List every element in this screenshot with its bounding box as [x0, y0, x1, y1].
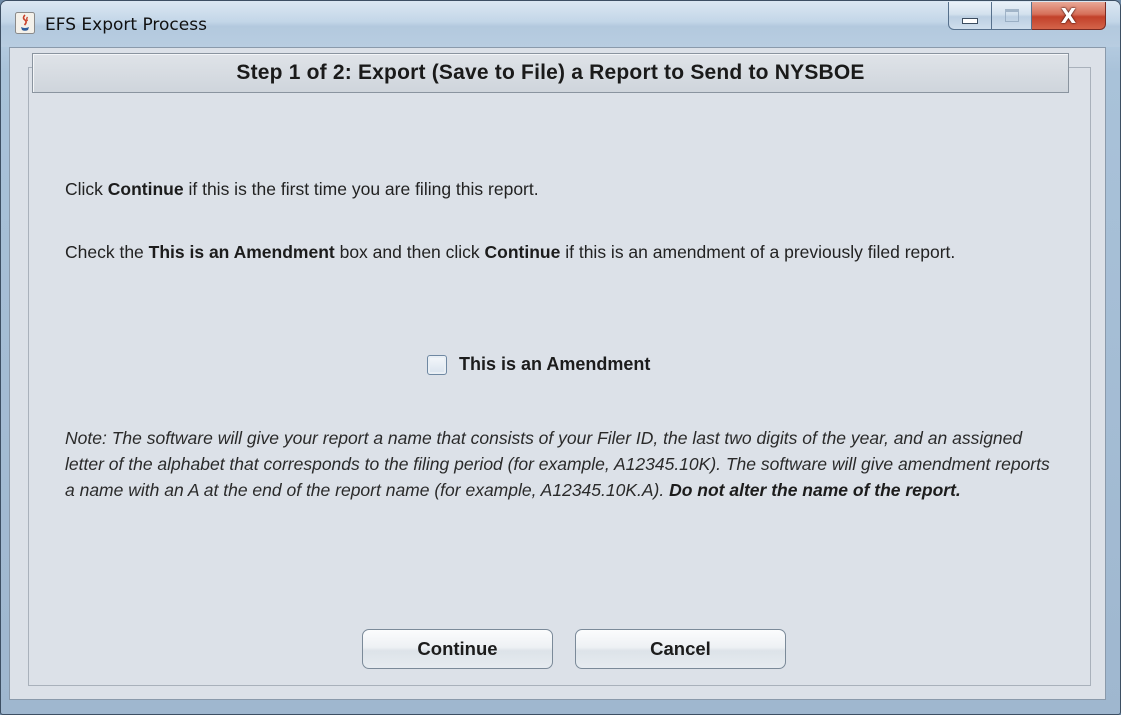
step-title: Step 1 of 2: Export (Save to File) a Rep… — [236, 61, 865, 84]
maximize-icon — [1004, 9, 1019, 22]
p1-text-after: if this is the first time you are filing… — [183, 179, 539, 199]
window-title: EFS Export Process — [45, 15, 207, 35]
instruction-amendment: Check the This is an Amendment box and t… — [65, 240, 1065, 264]
close-icon: X — [1060, 3, 1077, 28]
p2-text-before: Check the — [65, 242, 149, 262]
amendment-checkbox[interactable] — [427, 354, 447, 375]
java-icon[interactable] — [15, 12, 35, 34]
p2-continue-bold: Continue — [484, 242, 561, 262]
p2-text-after: if this is an amendment of a previously … — [560, 242, 956, 262]
amendment-checkbox-label[interactable]: This is an Amendment — [459, 354, 650, 375]
instruction-first-time: Click Continue if this is the first time… — [65, 177, 1065, 201]
maximize-button — [992, 2, 1032, 30]
continue-button[interactable]: Continue — [362, 629, 553, 669]
step-header: Step 1 of 2: Export (Save to File) a Rep… — [32, 53, 1069, 93]
caption-buttons: X — [948, 2, 1106, 32]
naming-note: Note: The software will give your report… — [65, 425, 1055, 503]
minimize-icon — [962, 17, 978, 24]
p1-text-before: Click — [65, 179, 108, 199]
p2-text-middle: box and then click — [334, 242, 485, 262]
title-bar[interactable]: EFS Export Process X — [1, 1, 1120, 47]
close-button[interactable]: X — [1032, 2, 1106, 30]
amendment-checkbox-row[interactable]: This is an Amendment — [427, 354, 650, 375]
p1-continue-bold: Continue — [107, 179, 184, 199]
cancel-button[interactable]: Cancel — [575, 629, 786, 669]
minimize-button[interactable] — [948, 2, 992, 30]
dialog-window: EFS Export Process X Step 1 of 2: Export… — [0, 0, 1121, 715]
note-warning: Do not alter the name of the report. — [669, 480, 961, 500]
content-panel — [28, 67, 1091, 686]
p2-amendment-bold: This is an Amendment — [148, 242, 335, 262]
